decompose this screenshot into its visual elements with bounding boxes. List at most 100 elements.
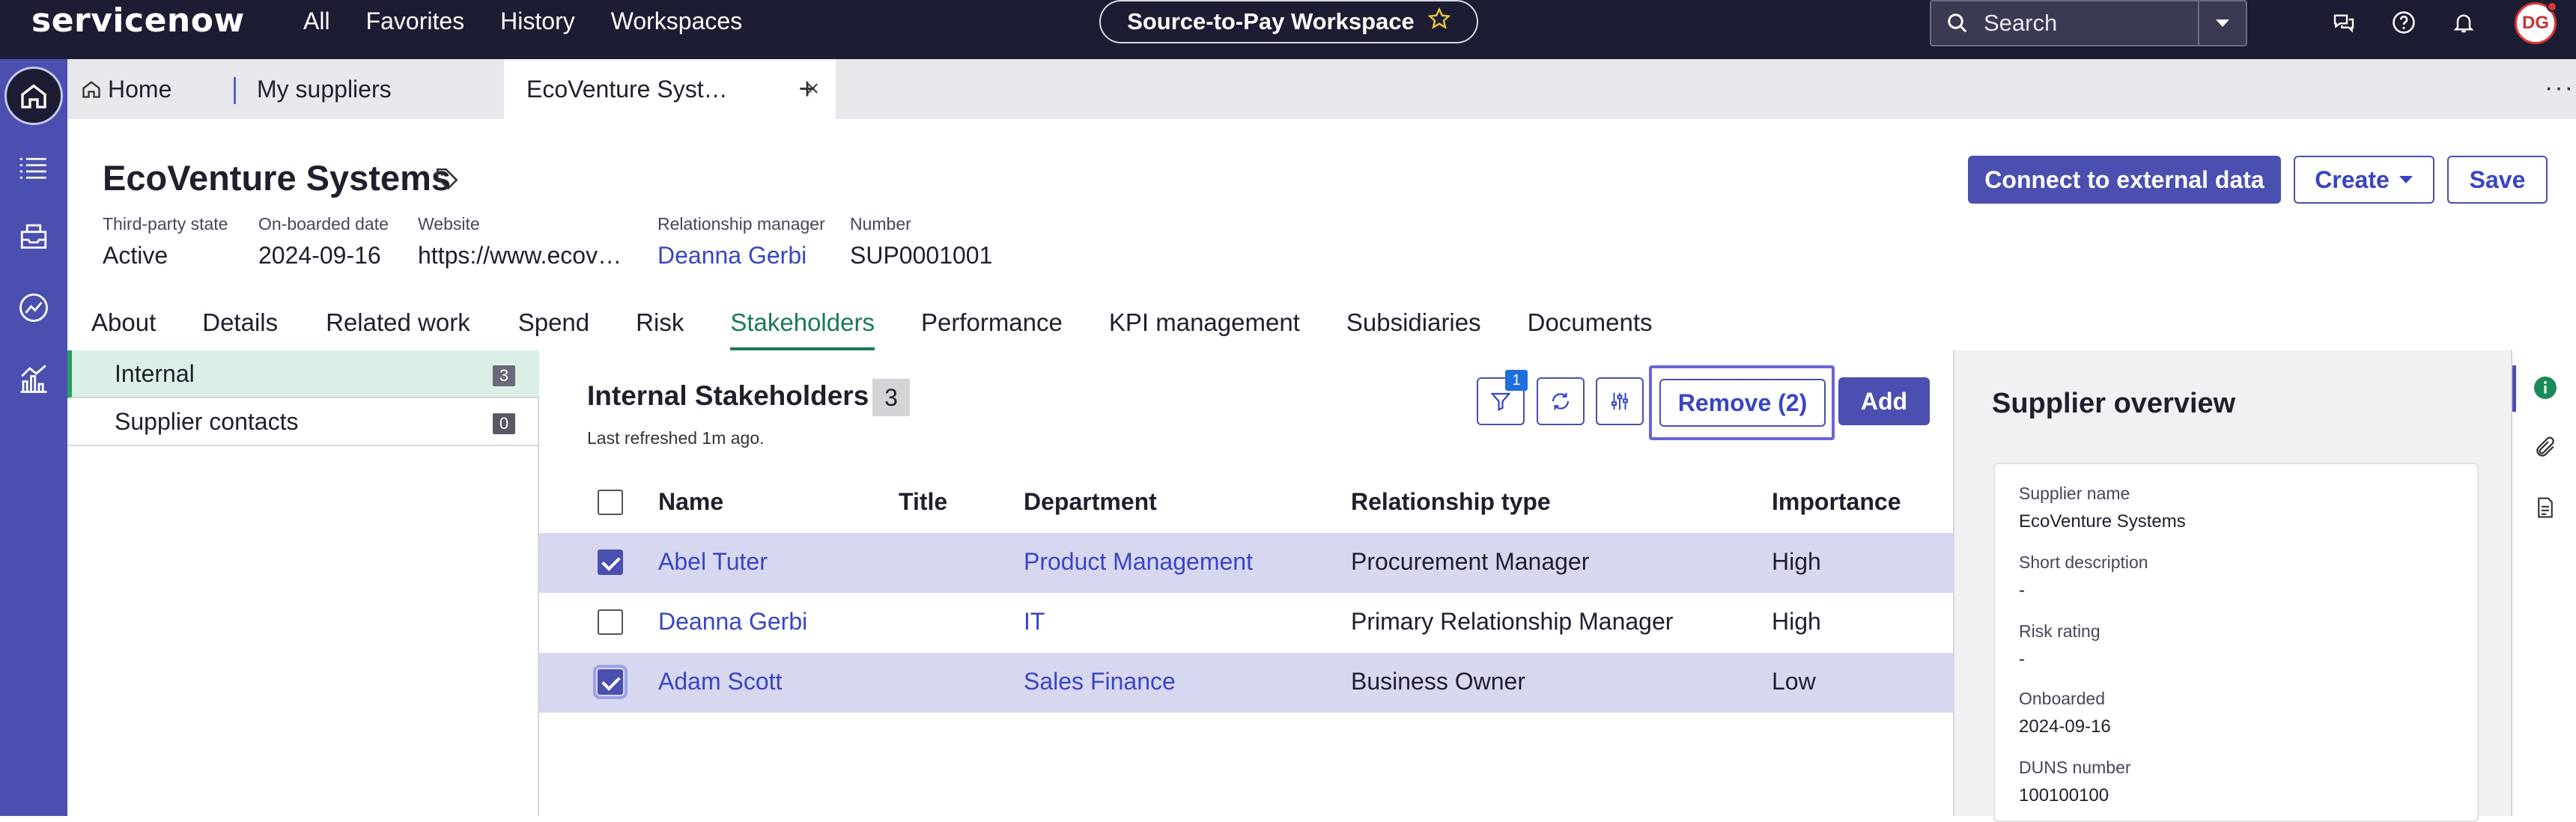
row-checkbox[interactable] (598, 609, 623, 635)
overview-title: Supplier overview (1992, 388, 2236, 419)
stakeholder-name-link[interactable]: Deanna Gerbi (658, 608, 807, 636)
save-button[interactable]: Save (2447, 156, 2548, 204)
servicenow-logo[interactable]: servicenow (31, 1, 245, 40)
chevron-down-icon (2216, 19, 2229, 27)
list-count-badge: 3 (872, 379, 910, 416)
more-options-icon[interactable]: ··· (2545, 73, 2575, 103)
tab-kpi-management[interactable]: KPI management (1109, 308, 1300, 350)
list-title: Internal Stakeholders (587, 380, 869, 411)
tab-about[interactable]: About (91, 308, 156, 350)
col-relationship-type[interactable]: Relationship type (1351, 488, 1551, 516)
nav-favorites[interactable]: Favorites (366, 7, 465, 35)
remove-button[interactable]: Remove (2) (1659, 379, 1826, 427)
overview-value: - (2019, 649, 2025, 669)
list-icon[interactable] (13, 147, 54, 188)
tab-performance[interactable]: Performance (921, 308, 1063, 350)
search-input[interactable] (1984, 10, 2193, 37)
chat-icon[interactable] (2327, 6, 2360, 39)
field-label: Website (418, 214, 480, 234)
table-row[interactable]: Adam Scott Sales Finance Business Owner … (539, 653, 1953, 713)
relationship-manager-link[interactable]: Deanna Gerbi (657, 242, 825, 270)
overview-label: Supplier name (2019, 484, 2130, 503)
personalize-columns-button[interactable] (1596, 377, 1644, 425)
col-importance[interactable]: Importance (1772, 488, 1901, 516)
tab-spend[interactable]: Spend (518, 308, 589, 350)
department-link[interactable]: IT (1024, 608, 1045, 636)
help-icon[interactable] (2387, 6, 2420, 39)
home-rail-button[interactable] (4, 67, 63, 125)
record-title: EcoVenture Systems (103, 158, 451, 198)
field-value[interactable]: https://www.ecov… (418, 242, 622, 270)
search-scope-dropdown[interactable] (2198, 1, 2246, 45)
category-label: Supplier contacts (115, 407, 299, 435)
dashboard-gauge-icon[interactable] (13, 287, 54, 328)
col-name[interactable]: Name (658, 488, 723, 516)
search-icon (1931, 12, 1984, 34)
tab-home[interactable]: Home (67, 59, 234, 119)
select-all-checkbox[interactable] (598, 490, 623, 515)
status-dot (2547, 1, 2557, 12)
star-icon[interactable] (1427, 7, 1451, 36)
info-icon[interactable] (2530, 373, 2560, 403)
field-label: On-boarded date (258, 214, 389, 234)
refresh-button[interactable] (1537, 377, 1585, 425)
tab-stakeholders[interactable]: Stakeholders (730, 308, 875, 350)
last-refreshed-text: Last refreshed 1m ago. (587, 428, 765, 448)
remove-button-focus-ring: Remove (2) (1649, 365, 1835, 440)
connect-external-data-button[interactable]: Connect to external data (1968, 156, 2281, 204)
row-checkbox[interactable] (598, 549, 623, 575)
create-button[interactable]: Create (2294, 156, 2434, 204)
new-tab-button[interactable]: + (785, 59, 830, 119)
user-avatar[interactable]: DG (2515, 1, 2557, 44)
workspace-rail (0, 59, 67, 816)
global-search[interactable] (1930, 0, 2247, 46)
top-nav: All Favorites History Workspaces (303, 7, 742, 35)
overview-label: Risk rating (2019, 621, 2100, 641)
col-title[interactable]: Title (899, 488, 947, 516)
nav-history[interactable]: History (500, 7, 575, 35)
stakeholders-list: Internal Stakeholders 3 Last refreshed 1… (539, 350, 1953, 816)
filter-icon (1490, 392, 1511, 412)
field-value: SUP0001001 (850, 242, 993, 269)
department-link[interactable]: Product Management (1024, 548, 1253, 576)
field-label: Relationship manager (657, 214, 825, 234)
top-bar: servicenow All Favorites History Workspa… (0, 0, 2576, 59)
relationship-type: Primary Relationship Manager (1351, 608, 1674, 635)
overview-label: DUNS number (2019, 758, 2131, 777)
stakeholder-name-link[interactable]: Adam Scott (658, 668, 782, 695)
home-icon (82, 81, 100, 98)
tab-risk[interactable]: Risk (636, 308, 684, 350)
home-icon (21, 84, 46, 109)
tab-subsidiaries[interactable]: Subsidiaries (1346, 308, 1481, 350)
importance: High (1772, 548, 1821, 575)
analytics-chart-icon[interactable] (13, 359, 54, 399)
tab-documents[interactable]: Documents (1528, 308, 1653, 350)
attachment-icon[interactable] (2530, 433, 2560, 463)
col-department[interactable]: Department (1024, 488, 1157, 516)
overview-value: - (2019, 580, 2025, 600)
tab-related-work[interactable]: Related work (326, 308, 470, 350)
field-number: Number SUP0001001 (850, 214, 992, 270)
nav-all[interactable]: All (303, 7, 330, 35)
nav-workspaces[interactable]: Workspaces (611, 7, 742, 35)
category-internal[interactable]: Internal 3 (67, 350, 539, 398)
category-supplier-contacts[interactable]: Supplier contacts 0 (67, 398, 539, 446)
table-row[interactable]: Deanna Gerbi IT Primary Relationship Man… (539, 593, 1953, 653)
stakeholder-name-link[interactable]: Abel Tuter (658, 548, 768, 576)
inbox-icon[interactable] (13, 216, 54, 256)
avatar-initials: DG (2522, 13, 2549, 33)
table-row[interactable]: Abel Tuter Product Management Procuremen… (539, 533, 1953, 593)
category-label: Internal (115, 359, 195, 387)
workspace-selector[interactable]: Source-to-Pay Workspace (1099, 0, 1478, 43)
relationship-type: Business Owner (1351, 668, 1525, 695)
filter-button[interactable]: 1 (1477, 370, 1528, 425)
tag-icon[interactable] (434, 166, 460, 195)
tab-details[interactable]: Details (202, 308, 278, 350)
notifications-bell-icon[interactable] (2447, 6, 2480, 39)
department-link[interactable]: Sales Finance (1024, 668, 1176, 695)
row-checkbox[interactable] (593, 665, 628, 699)
overview-risk-rating: Risk rating - (2019, 621, 2100, 670)
document-icon[interactable] (2530, 493, 2560, 523)
add-button[interactable]: Add (1838, 377, 1930, 425)
field-value: Active (103, 242, 168, 269)
